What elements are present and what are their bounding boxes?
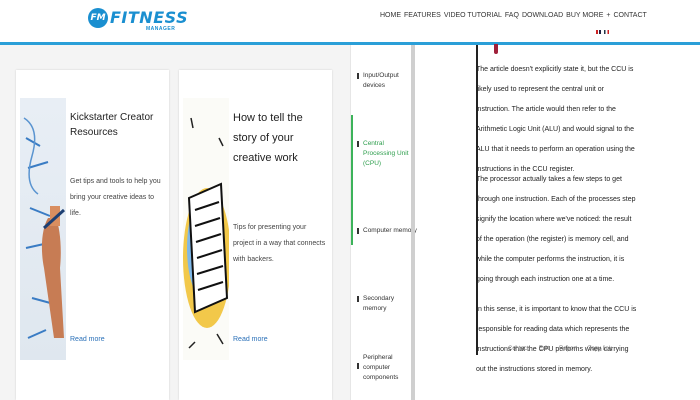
nav-faq[interactable]: FAQ — [505, 12, 519, 19]
paragraph-actions: Contact Edit Report Copy link — [508, 346, 612, 352]
card-title[interactable]: Kickstarter Creator Resources — [70, 110, 166, 140]
edit-link[interactable]: Edit — [539, 346, 549, 352]
toc-bullet-icon — [357, 363, 361, 369]
card-title[interactable]: How to tell the story of your creative w… — [233, 108, 329, 168]
toc-bullet-icon — [357, 141, 361, 147]
nav-contact[interactable]: CONTACT — [613, 12, 646, 19]
copy-link[interactable]: Copy link — [587, 346, 612, 352]
logo-wordmark: FITNESS — [110, 8, 189, 27]
main-nav: HOME FEATURES VIDEO TUTORIAL FAQ DOWNLOA… — [380, 12, 647, 19]
toc-item-peripheral-components[interactable]: Peripheral computer components — [363, 353, 417, 383]
resource-card[interactable]: Kickstarter Creator Resources Get tips a… — [16, 70, 169, 400]
contact-link[interactable]: Contact — [508, 346, 529, 352]
logo-badge: FM — [88, 8, 108, 28]
site-header: FM FITNESS MANAGER HOME FEATURES VIDEO T… — [0, 0, 700, 42]
toc-bullet-icon — [357, 228, 361, 234]
nav-video-tutorial[interactable]: VIDEO TUTORIAL — [444, 12, 502, 19]
nav-plus[interactable]: + — [606, 12, 610, 19]
nav-home[interactable]: HOME — [380, 12, 401, 19]
article-paragraph: In this sense, it is important to know t… — [476, 306, 637, 373]
article-paragraph: The processor actually takes a few steps… — [476, 176, 636, 283]
nav-features[interactable]: FEATURES — [404, 12, 441, 19]
sketch-hand-image — [20, 98, 66, 360]
toc-item-cpu[interactable]: Central Processing Unit (CPU) — [363, 139, 417, 169]
toc-item-computer-memory[interactable]: Computer memory — [363, 226, 417, 236]
document-illustration — [183, 117, 229, 349]
read-more-link[interactable]: Read more — [70, 336, 105, 343]
fr-flag-icon[interactable] — [604, 30, 609, 34]
sidebar-divider — [411, 45, 415, 400]
read-more-link[interactable]: Read more — [233, 336, 268, 343]
uk-flag-icon[interactable] — [596, 30, 601, 34]
document-illustration-image — [183, 98, 229, 360]
table-of-contents: Input/Output devices Central Processing … — [350, 45, 417, 400]
toc-bullet-icon — [357, 296, 361, 302]
toc-bullet-icon — [357, 73, 361, 79]
card-description: Get tips and tools to help you bring you… — [70, 178, 161, 217]
report-link[interactable]: Report — [559, 346, 577, 352]
toc-item-input-output[interactable]: Input/Output devices — [363, 71, 417, 91]
nav-download[interactable]: DOWNLOAD — [522, 12, 563, 19]
nav-buy-more[interactable]: BUY MORE — [566, 12, 603, 19]
resource-card[interactable]: How to tell the story of your creative w… — [179, 70, 332, 400]
article-paragraph: The article doesn't explicitly state it,… — [476, 66, 635, 173]
card-description: Tips for presenting your project in a wa… — [233, 224, 326, 263]
language-switcher — [596, 30, 609, 34]
toc-active-indicator — [351, 115, 353, 245]
sketch-hand-drawing — [23, 117, 66, 339]
bookmark-icon[interactable] — [494, 44, 498, 54]
toc-item-secondary-memory[interactable]: Secondary memory — [363, 294, 417, 314]
logo-subtitle: MANAGER — [146, 26, 176, 32]
